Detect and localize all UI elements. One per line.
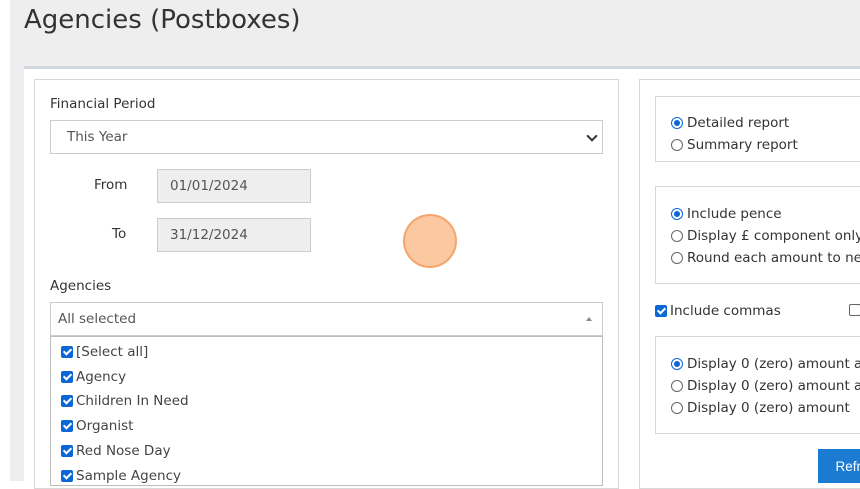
checkbox-checked-icon[interactable] — [61, 346, 73, 358]
agencies-dropdown-list: [Select all] Agency Children In Need Org… — [50, 336, 603, 486]
radio-empty-icon[interactable] — [671, 230, 683, 242]
checkbox-checked-icon[interactable] — [655, 305, 667, 317]
from-label: From — [94, 177, 128, 193]
radio-zero-as-a[interactable]: Display 0 (zero) amount as a — [671, 354, 860, 374]
checkbox-checked-icon[interactable] — [61, 395, 73, 407]
radio-empty-icon[interactable] — [671, 139, 683, 151]
agencies-multiselect[interactable]: All selected — [50, 302, 603, 336]
checkbox-checked-icon[interactable] — [61, 445, 73, 457]
financial-period-select[interactable]: This Year — [50, 120, 603, 154]
radio-include-pence[interactable]: Include pence — [671, 204, 782, 224]
checkbox-checked-icon[interactable] — [61, 420, 73, 432]
to-label: To — [112, 226, 127, 242]
radio-summary-report[interactable]: Summary report — [671, 135, 798, 155]
agencies-selected-value: All selected — [58, 311, 137, 327]
list-item[interactable]: Red Nose Day — [61, 441, 171, 461]
refresh-button[interactable]: Refre — [818, 449, 860, 483]
radio-detailed-report[interactable]: Detailed report — [671, 113, 789, 133]
from-date-input[interactable]: 01/01/2024 — [157, 169, 311, 203]
radio-empty-icon[interactable] — [671, 380, 683, 392]
radio-selected-icon[interactable] — [671, 117, 683, 129]
radio-empty-icon[interactable] — [671, 402, 683, 414]
radio-empty-icon[interactable] — [671, 252, 683, 264]
financial-period-value: This Year — [67, 129, 128, 145]
radio-selected-icon[interactable] — [671, 208, 683, 220]
radio-zero-as-b[interactable]: Display 0 (zero) amount as b — [671, 376, 860, 396]
financial-period-label: Financial Period — [50, 96, 156, 112]
radio-selected-icon[interactable] — [671, 358, 683, 370]
list-item[interactable]: Organist — [61, 416, 133, 436]
page-title: Agencies (Postboxes) — [24, 5, 301, 35]
radio-zero-amount[interactable]: Display 0 (zero) amount — [671, 398, 850, 418]
list-item[interactable]: Sample Agency — [61, 466, 181, 485]
include-commas-checkbox[interactable]: Include commas — [655, 301, 781, 321]
checkbox-checked-icon[interactable] — [61, 470, 73, 482]
checkbox-checked-icon[interactable] — [61, 371, 73, 383]
list-item[interactable]: Children In Need — [61, 391, 189, 411]
caret-up-icon — [586, 317, 592, 321]
list-item[interactable]: [Select all] — [61, 342, 148, 362]
click-indicator — [403, 214, 457, 268]
radio-round-amount[interactable]: Round each amount to nea — [671, 248, 860, 268]
to-date-input[interactable]: 31/12/2024 — [157, 218, 311, 252]
agencies-label: Agencies — [50, 278, 112, 294]
radio-pound-component-only[interactable]: Display £ component only — [671, 226, 860, 246]
checkbox-unchecked-icon[interactable] — [849, 304, 860, 316]
list-item[interactable]: Agency — [61, 367, 126, 387]
chevron-down-icon — [586, 130, 598, 142]
